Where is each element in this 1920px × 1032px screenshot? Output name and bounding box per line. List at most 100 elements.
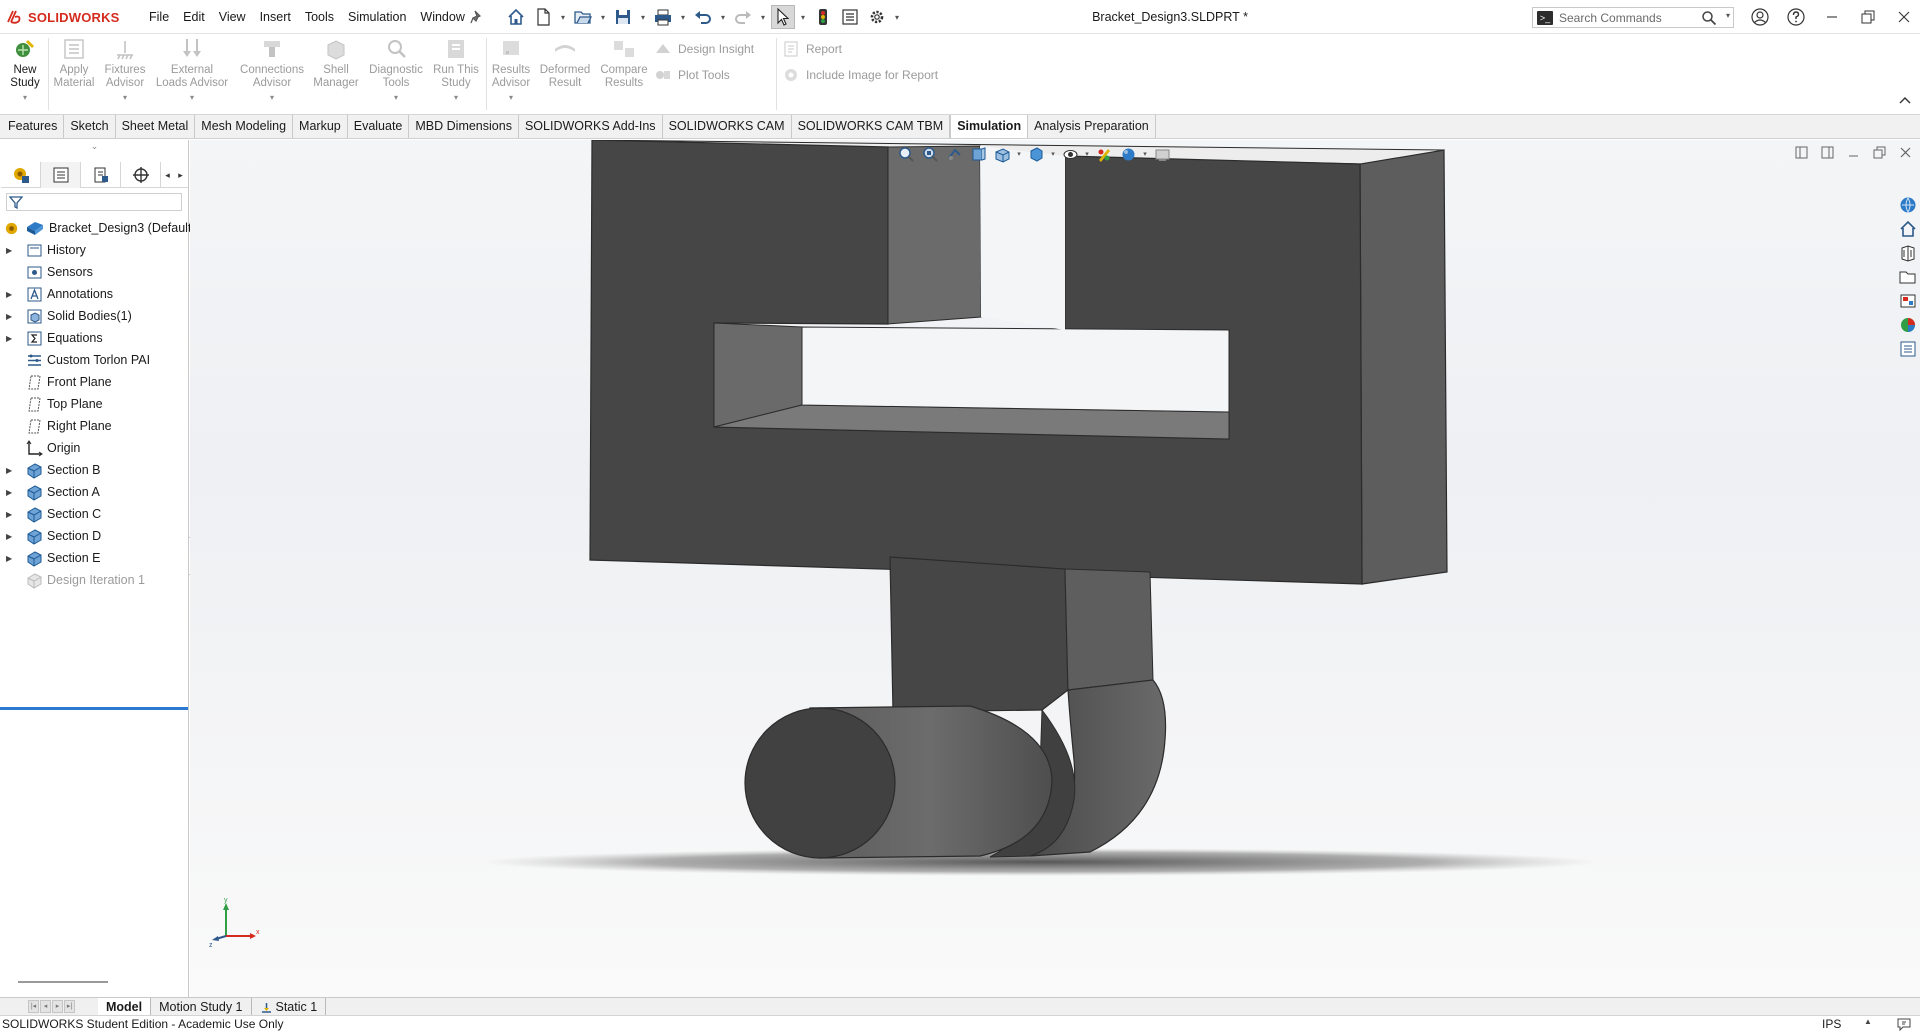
solidworks-logo[interactable]: SOLIDWORKS bbox=[6, 8, 120, 26]
file-explorer-icon[interactable] bbox=[1896, 266, 1920, 288]
panel-splitter-handle[interactable]: ⌄ bbox=[0, 140, 189, 152]
tab-static-1[interactable]: Static 1 bbox=[252, 998, 327, 1016]
quick-tips-icon[interactable] bbox=[1896, 1016, 1912, 1032]
rollback-bar[interactable] bbox=[0, 707, 188, 710]
chevron-up-icon[interactable]: ▲ bbox=[1864, 1017, 1872, 1026]
search-dropdown-icon[interactable]: ▾ bbox=[1726, 11, 1730, 20]
view-orientation-icon[interactable] bbox=[991, 143, 1013, 165]
chevron-down-icon[interactable]: ▾ bbox=[23, 92, 27, 105]
expand-arrow-icon[interactable]: ▶ bbox=[6, 334, 18, 343]
viewport-minimize-icon[interactable] bbox=[1842, 142, 1864, 162]
chevron-down-icon[interactable]: ▾ bbox=[123, 92, 127, 105]
display-manager-icon[interactable] bbox=[1, 162, 41, 188]
menu-edit[interactable]: Edit bbox=[177, 0, 211, 34]
configuration-manager-icon[interactable] bbox=[121, 162, 161, 188]
hide-show-items-icon[interactable] bbox=[1059, 143, 1081, 165]
design-library-icon[interactable] bbox=[1896, 242, 1920, 264]
hide-show-dropdown-icon[interactable]: ▾ bbox=[1083, 150, 1091, 158]
tab-evaluate[interactable]: Evaluate bbox=[348, 115, 410, 138]
view-palette-icon[interactable] bbox=[1896, 290, 1920, 312]
pin-menu-icon[interactable] bbox=[470, 10, 484, 24]
graphics-area[interactable]: ▾ ▾ ▾ ▾ y x z bbox=[190, 140, 1920, 997]
previous-view-icon[interactable] bbox=[943, 143, 965, 165]
apply-scene-dropdown-icon[interactable]: ▾ bbox=[1141, 150, 1149, 158]
restore-icon[interactable] bbox=[1850, 0, 1886, 34]
menu-insert[interactable]: Insert bbox=[254, 0, 297, 34]
home-icon[interactable] bbox=[504, 5, 528, 29]
shell-manager-button[interactable]: Shell Manager bbox=[312, 37, 360, 111]
tab-mbd-dimensions[interactable]: MBD Dimensions bbox=[409, 115, 519, 138]
appearances-icon[interactable] bbox=[1896, 314, 1920, 336]
tabs-scroll-right-icon[interactable]: ▸ bbox=[174, 162, 187, 188]
section-view-icon[interactable] bbox=[967, 143, 989, 165]
tree-item-section-a[interactable]: ▶ Section A bbox=[0, 481, 189, 503]
new-document-icon[interactable] bbox=[531, 5, 555, 29]
fixtures-advisor-button[interactable]: Fixtures Advisor ▾ bbox=[100, 37, 150, 111]
redo-dropdown-icon[interactable]: ▾ bbox=[758, 5, 768, 29]
tab-sheet-metal[interactable]: Sheet Metal bbox=[116, 115, 196, 138]
apply-material-button[interactable]: Apply Material bbox=[50, 37, 98, 111]
design-insight-button[interactable]: Design Insight bbox=[654, 39, 754, 59]
next-tab-icon[interactable]: ▸ bbox=[52, 1000, 63, 1013]
property-manager-icon[interactable] bbox=[81, 162, 121, 188]
expand-arrow-icon[interactable]: ▶ bbox=[6, 554, 18, 563]
expand-arrow-icon[interactable]: ▶ bbox=[6, 312, 18, 321]
last-tab-icon[interactable]: ▸| bbox=[64, 1000, 75, 1013]
tree-item-right-plane[interactable]: ▶Right Plane bbox=[0, 415, 189, 437]
connections-advisor-button[interactable]: Connections Advisor ▾ bbox=[236, 37, 308, 111]
chevron-down-icon[interactable]: ▾ bbox=[454, 92, 458, 105]
expand-arrow-icon[interactable]: ▶ bbox=[6, 488, 18, 497]
include-image-for-report-button[interactable]: Include Image for Report bbox=[782, 65, 938, 85]
tree-item-sensors[interactable]: ▶Sensors bbox=[0, 261, 189, 283]
tree-item-equations[interactable]: ▶ Equations bbox=[0, 327, 189, 349]
undo-icon[interactable] bbox=[691, 5, 715, 29]
previous-tab-icon[interactable]: ◂ bbox=[40, 1000, 51, 1013]
new-dropdown-icon[interactable]: ▾ bbox=[558, 5, 568, 29]
select-icon[interactable] bbox=[771, 5, 795, 29]
options-dropdown-icon[interactable]: ▾ bbox=[892, 5, 902, 29]
display-style-icon[interactable] bbox=[1025, 143, 1047, 165]
expand-arrow-icon[interactable]: ▶ bbox=[6, 532, 18, 541]
menu-view[interactable]: View bbox=[213, 0, 252, 34]
tree-item-design-iteration[interactable]: ▶Design Iteration 1 bbox=[0, 569, 189, 591]
account-icon[interactable] bbox=[1742, 0, 1778, 34]
file-properties-icon[interactable] bbox=[838, 5, 862, 29]
diagnostic-tools-button[interactable]: Diagnostic Tools ▾ bbox=[364, 37, 428, 111]
tab-model[interactable]: Model bbox=[98, 998, 152, 1016]
help-icon[interactable] bbox=[1778, 0, 1814, 34]
expand-arrow-icon[interactable]: ▶ bbox=[6, 510, 18, 519]
save-icon[interactable] bbox=[611, 5, 635, 29]
run-this-study-button[interactable]: Run This Study ▾ bbox=[430, 37, 482, 111]
chevron-down-icon[interactable]: ▾ bbox=[394, 92, 398, 105]
tile-right-icon[interactable] bbox=[1816, 142, 1838, 162]
deformed-result-button[interactable]: Deformed Result bbox=[538, 37, 592, 111]
viewport-restore-icon[interactable] bbox=[1868, 142, 1890, 162]
print-dropdown-icon[interactable]: ▾ bbox=[678, 5, 688, 29]
menu-tools[interactable]: Tools bbox=[299, 0, 340, 34]
undo-dropdown-icon[interactable]: ▾ bbox=[718, 5, 728, 29]
tab-analysis-preparation[interactable]: Analysis Preparation bbox=[1028, 115, 1156, 138]
first-tab-icon[interactable]: |◂ bbox=[28, 1000, 39, 1013]
rebuild-icon[interactable] bbox=[811, 5, 835, 29]
home-pane-icon[interactable] bbox=[1896, 218, 1920, 240]
tree-item-section-d[interactable]: ▶ Section D bbox=[0, 525, 189, 547]
menu-file[interactable]: File bbox=[143, 0, 175, 34]
tab-markup[interactable]: Markup bbox=[293, 115, 348, 138]
close-icon[interactable] bbox=[1886, 0, 1920, 34]
tab-solidworks-add-ins[interactable]: SOLIDWORKS Add-Ins bbox=[519, 115, 663, 138]
select-dropdown-icon[interactable]: ▾ bbox=[798, 5, 808, 29]
results-advisor-button[interactable]: Results Advisor ▾ bbox=[488, 37, 534, 111]
minimize-icon[interactable] bbox=[1814, 0, 1850, 34]
chevron-down-icon[interactable]: ▾ bbox=[509, 92, 513, 105]
open-dropdown-icon[interactable]: ▾ bbox=[598, 5, 608, 29]
search-icon[interactable] bbox=[1701, 10, 1717, 26]
feature-tree-icon[interactable] bbox=[41, 162, 81, 188]
tree-item-solid-bodies[interactable]: ▶ Solid Bodies(1) bbox=[0, 305, 189, 327]
tree-item-section-b[interactable]: ▶ Section B bbox=[0, 459, 189, 481]
search-commands[interactable]: >_ ▾ bbox=[1532, 7, 1734, 28]
tabs-scroll-left-icon[interactable]: ◂ bbox=[161, 162, 174, 188]
compare-results-button[interactable]: Compare Results bbox=[596, 37, 652, 111]
horizontal-scrollbar[interactable] bbox=[18, 981, 108, 983]
tab-solidworks-cam-tbm[interactable]: SOLIDWORKS CAM TBM bbox=[792, 115, 951, 138]
view-settings-icon[interactable] bbox=[1151, 143, 1173, 165]
